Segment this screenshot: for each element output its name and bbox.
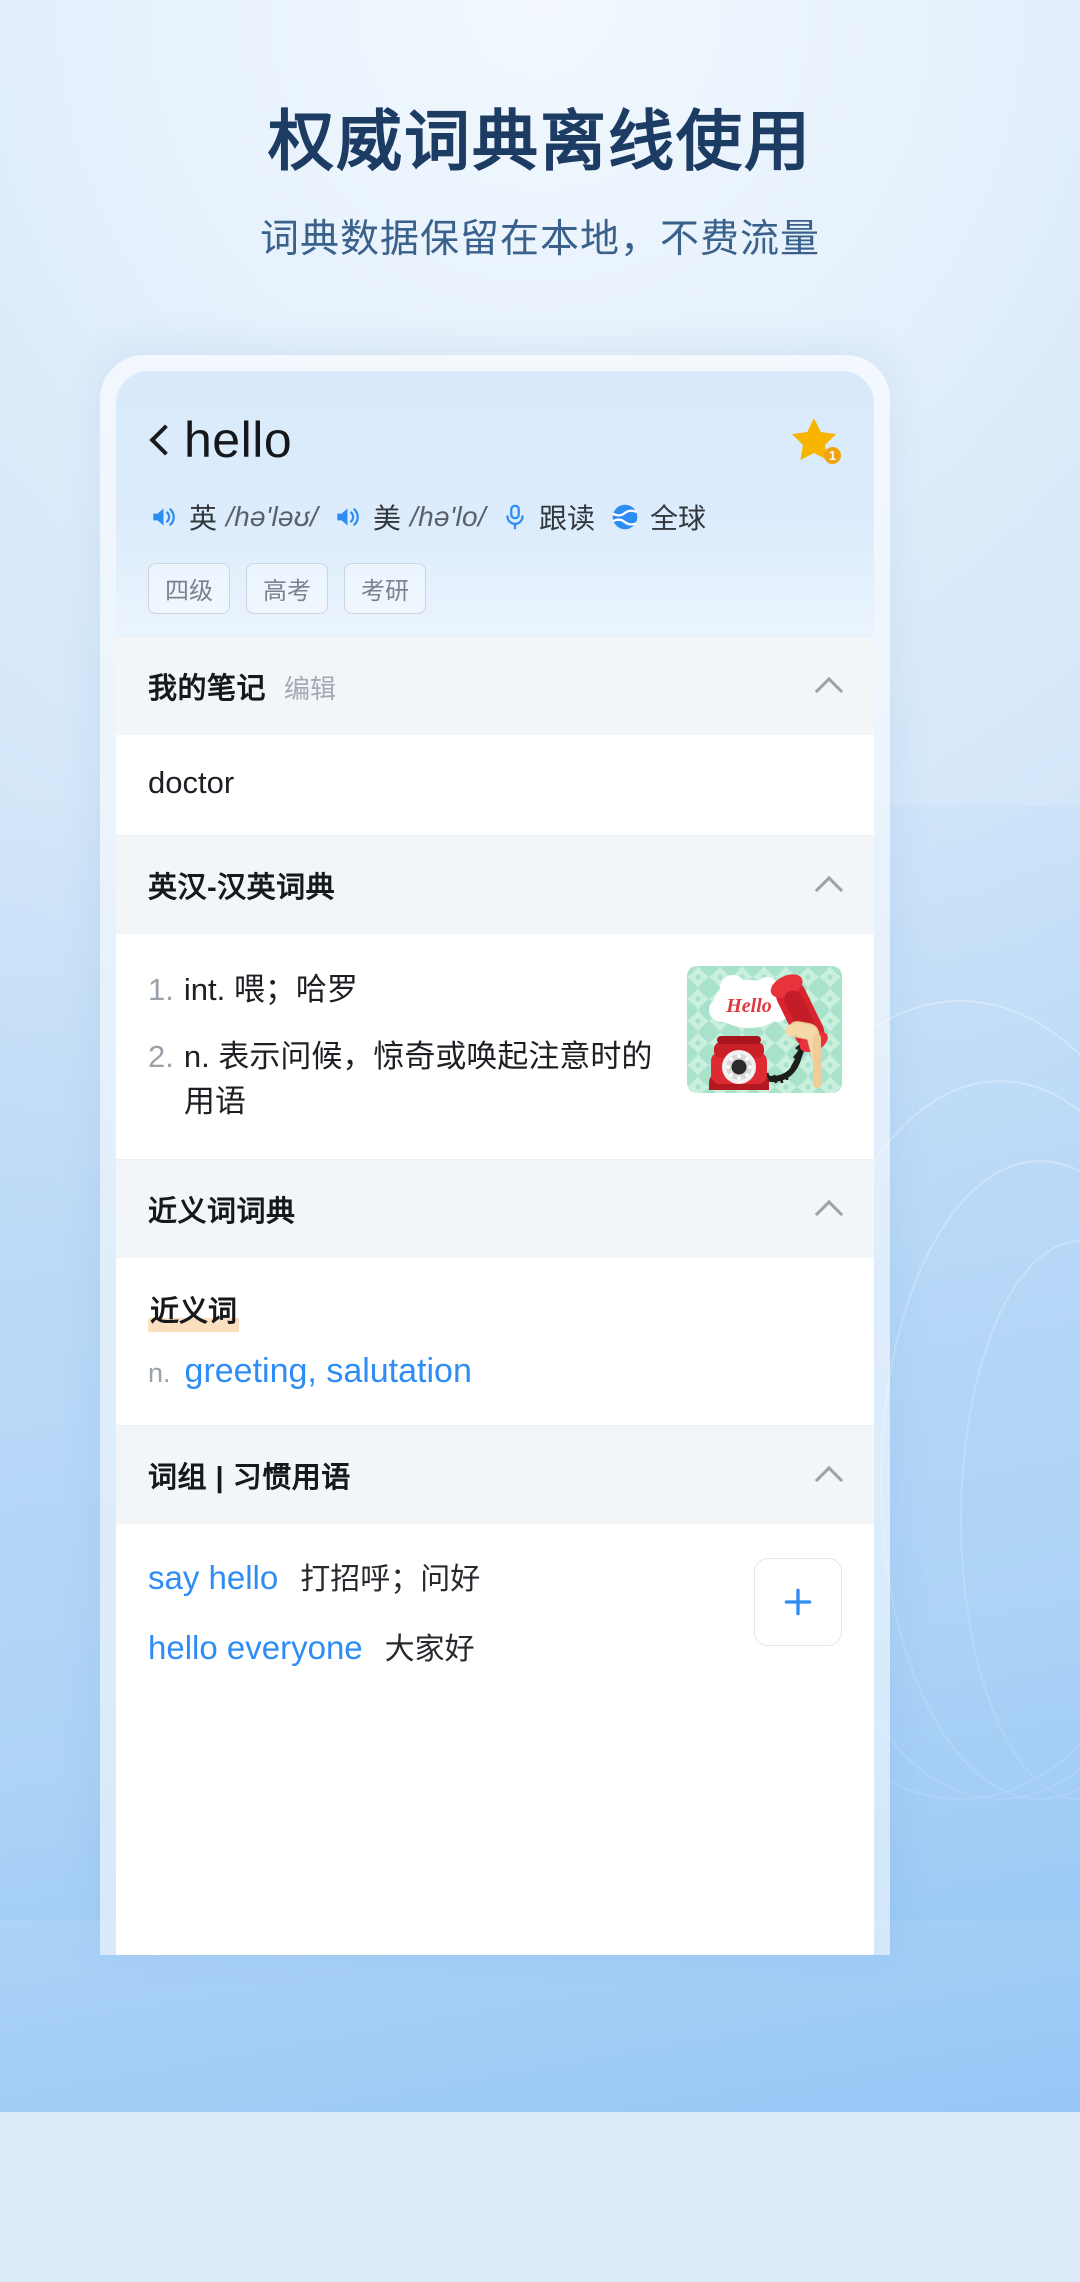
definition-text: int. 喂；哈罗 — [183, 972, 358, 1007]
read-aloud-button[interactable]: 跟读 — [500, 497, 595, 537]
add-phrase-button[interactable] — [754, 1557, 842, 1646]
telephone-illustration-graphic: Hello — [687, 966, 842, 1093]
exam-tag[interactable]: 高考 — [246, 563, 328, 614]
section-title: 我的笔记 — [148, 673, 267, 705]
global-label: 全球 — [650, 503, 707, 534]
section-header-left: 近义词词典 — [148, 1188, 296, 1230]
definition-list: 1. int. 喂；哈罗 2. n. 表示问候，惊奇或唤起注意时的用语 — [148, 964, 669, 1125]
pronunciation-uk-ipa: /hə'ləʊ/ — [226, 501, 319, 532]
section-body-phrases-idioms: say hello 打招呼；问好 hello everyone 大家好 — [116, 1523, 874, 1702]
synonym-words: greeting, salutation — [185, 1352, 472, 1391]
chevron-up-icon[interactable] — [816, 872, 842, 898]
phrase-english[interactable]: hello everyone — [148, 1629, 363, 1667]
plus-icon — [784, 1588, 812, 1616]
definition-number: 1. — [148, 972, 174, 1007]
phrase-item[interactable]: say hello 打招呼；问好 — [148, 1554, 734, 1598]
phrase-chinese: 打招呼；问好 — [300, 1562, 481, 1596]
chevron-left-icon[interactable] — [148, 423, 170, 457]
definition-text: n. 表示问候，惊奇或唤起注意时的用语 — [183, 1038, 653, 1119]
headword-text: hello — [184, 412, 293, 468]
definition-number: 2. — [148, 1038, 174, 1074]
phrase-chinese: 大家好 — [384, 1632, 475, 1666]
phone-screen: hello 1 英 /hə'ləʊ/ 美 /hə'lo/ 跟读 全球 四级 高考… — [116, 371, 874, 1955]
synonym-group-label: 近义词 — [148, 1287, 240, 1332]
section-header-left: 词组 | 习惯用语 — [148, 1454, 351, 1496]
section-title: 近义词词典 — [148, 1195, 296, 1228]
global-button[interactable]: 全球 — [609, 497, 706, 537]
promo-subtitle: 词典数据保留在本地，不费流量 — [259, 217, 820, 261]
definition-item: 1. int. 喂；哈罗 — [148, 968, 669, 1013]
phrase-english[interactable]: say hello — [148, 1559, 278, 1597]
section-body-ec-ce-dictionary: 1. int. 喂；哈罗 2. n. 表示问候，惊奇或唤起注意时的用语 Hell… — [116, 934, 874, 1159]
pronunciation-uk[interactable]: 英 /hə'ləʊ/ — [148, 497, 318, 537]
speaker-icon — [153, 508, 175, 526]
phrase-list: say hello 打招呼；问好 hello everyone 大家好 — [148, 1554, 734, 1668]
promo-title: 权威词典离线使用 — [268, 104, 812, 178]
section-header-left: 英汉-汉英词典 — [148, 864, 335, 906]
note-content: doctor — [148, 765, 235, 800]
phrase-item[interactable]: hello everyone 大家好 — [148, 1624, 734, 1668]
section-header-phrases-idioms[interactable]: 词组 | 习惯用语 — [116, 1424, 874, 1524]
headword-row: hello 1 — [148, 409, 842, 471]
phone-mockup-frame: hello 1 英 /hə'ləʊ/ 美 /hə'lo/ 跟读 全球 四级 高考… — [100, 355, 890, 1955]
definition-item: 2. n. 表示问候，惊奇或唤起注意时的用语 — [148, 1035, 669, 1125]
microphone-icon — [506, 504, 524, 530]
chevron-up-icon[interactable] — [816, 1462, 842, 1488]
promo-heading-block: 权威词典离线使用 词典数据保留在本地，不费流量 — [0, 104, 1080, 264]
section-title: 词组 | 习惯用语 — [148, 1461, 351, 1494]
section-body-my-notes: doctor — [116, 735, 874, 835]
synonym-word-link[interactable]: greeting — [185, 1352, 308, 1390]
chevron-up-icon[interactable] — [816, 673, 842, 699]
read-aloud-label: 跟读 — [539, 503, 596, 534]
hello-caption: Hello — [725, 995, 772, 1017]
section-header-ec-ce-dictionary[interactable]: 英汉-汉英词典 — [116, 835, 874, 934]
word-detail-header: hello 1 英 /hə'ləʊ/ 美 /hə'lo/ 跟读 全球 四级 高考… — [116, 371, 874, 636]
definition-wrapper: 1. int. 喂；哈罗 2. n. 表示问候，惊奇或唤起注意时的用语 Hell… — [148, 964, 842, 1125]
pronunciation-us-ipa: /hə'lo/ — [410, 501, 486, 532]
pronunciation-us-label: 美 — [373, 503, 402, 534]
edit-note-button[interactable]: 编辑 — [284, 669, 336, 706]
section-header-synonym-dictionary[interactable]: 近义词词典 — [116, 1158, 874, 1258]
synonym-word-link[interactable]: salutation — [326, 1352, 472, 1390]
favorite-star-button[interactable]: 1 — [786, 412, 842, 468]
hello-telephone-illustration[interactable]: Hello — [687, 966, 842, 1093]
synonym-separator: , — [307, 1351, 327, 1390]
section-header-left: 我的笔记 编辑 — [148, 665, 336, 707]
pronunciation-row: 英 /hə'ləʊ/ 美 /hə'lo/ 跟读 全球 — [148, 497, 842, 537]
exam-tag[interactable]: 考研 — [344, 563, 426, 614]
pronunciation-uk-label: 英 — [189, 503, 218, 534]
headword-group: hello — [148, 415, 292, 465]
favorite-count-badge: 1 — [824, 447, 841, 464]
speaker-icon — [337, 508, 359, 526]
globe-icon — [612, 504, 638, 530]
exam-tag-row: 四级 高考 考研 — [148, 563, 842, 614]
chevron-up-icon[interactable] — [816, 1196, 842, 1222]
section-title: 英汉-汉英词典 — [148, 872, 336, 904]
section-body-synonym-dictionary: 近义词 n. greeting, salutation — [116, 1257, 874, 1425]
exam-tag[interactable]: 四级 — [148, 563, 230, 614]
phrase-wrapper: say hello 打招呼；问好 hello everyone 大家好 — [148, 1554, 842, 1668]
pronunciation-us[interactable]: 美 /hə'lo/ — [332, 497, 486, 537]
synonym-line: n. greeting, salutation — [148, 1352, 842, 1391]
synonym-pos: n. — [148, 1357, 171, 1388]
section-header-my-notes[interactable]: 我的笔记 编辑 — [116, 636, 874, 735]
